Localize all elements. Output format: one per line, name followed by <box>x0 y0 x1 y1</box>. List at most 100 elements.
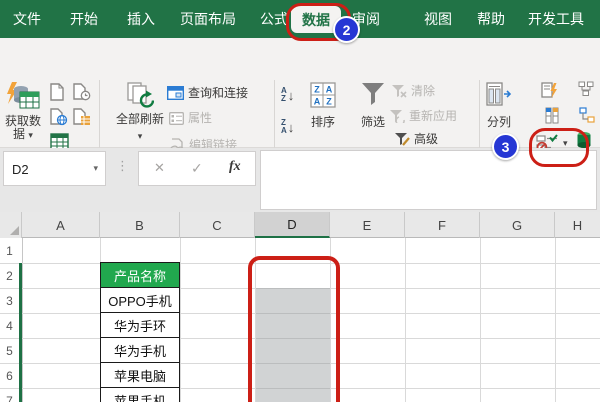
tab-view[interactable]: 视图 <box>424 0 452 38</box>
flash-fill-button[interactable] <box>541 82 558 99</box>
sort-descending-button[interactable]: ZA ↓ <box>281 119 294 135</box>
row-header-4[interactable]: 4 <box>0 313 19 338</box>
name-box[interactable]: ▾ <box>3 151 106 187</box>
svg-text:Z: Z <box>314 85 320 95</box>
flash-fill-icon <box>541 82 558 99</box>
consolidate-icon <box>578 81 594 97</box>
row-header-7[interactable]: 7 <box>0 388 19 402</box>
cancel-icon[interactable]: ✕ <box>154 160 165 176</box>
text-to-columns-icon <box>485 82 513 108</box>
step-2-badge: 2 <box>333 16 360 43</box>
document-globe-icon <box>50 108 68 126</box>
column-header-B[interactable]: B <box>100 212 180 238</box>
document-clock-icon <box>73 83 91 101</box>
document-table-icon <box>73 108 91 126</box>
annotation-ring-selected-range <box>248 256 340 402</box>
svg-text:A: A <box>314 97 321 107</box>
filter-button[interactable]: 筛选 <box>352 82 394 129</box>
tab-page-layout[interactable]: 页面布局 <box>180 0 236 38</box>
tab-insert[interactable]: 插入 <box>127 0 155 38</box>
sort-ascending-button[interactable]: AZ ↓ <box>281 87 294 103</box>
relationships-button[interactable] <box>579 107 595 123</box>
tab-file[interactable]: 文件 <box>13 0 41 38</box>
cell-B7[interactable]: 苹果手机 <box>100 387 180 402</box>
dropdown-arrow-icon: ▾ <box>28 130 33 140</box>
recent-sources-button[interactable] <box>73 83 91 101</box>
insert-function-icon[interactable]: fx <box>229 159 241 175</box>
column-header-A[interactable]: A <box>22 212 100 238</box>
cell-B3[interactable]: OPPO手机 <box>100 287 180 313</box>
document-icon <box>50 83 65 101</box>
text-to-columns-label: 分列 <box>486 115 511 129</box>
select-all-corner[interactable] <box>0 212 22 238</box>
sort-button[interactable]: Z A A Z 排序 <box>303 82 343 129</box>
sort-az-icon: AZ <box>281 86 287 103</box>
refresh-all-label: 全部刷新 <box>115 112 164 126</box>
column-header-D-selected[interactable]: D <box>255 212 330 238</box>
cell-B4[interactable]: 华为手环 <box>100 312 180 338</box>
svg-text:Z: Z <box>326 97 332 107</box>
queries-connections-button[interactable]: 查询和连接 <box>167 86 248 100</box>
advanced-filter-button[interactable]: 高级 <box>394 132 438 146</box>
queries-window-icon <box>167 86 184 100</box>
product-table: 产品名称 OPPO手机 华为手环 华为手机 苹果电脑 苹果手机 <box>100 262 180 402</box>
clear-filter-icon <box>391 84 407 98</box>
advanced-filter-label: 高级 <box>414 131 439 146</box>
cell-B2[interactable]: 产品名称 <box>100 262 180 288</box>
column-header-F[interactable]: F <box>405 212 480 238</box>
refresh-all-button[interactable]: 全部刷新 ▾ <box>114 82 166 141</box>
column-header-G[interactable]: G <box>480 212 555 238</box>
dropdown-arrow-icon: ▾ <box>137 131 143 141</box>
ribbon: 获取数 据 ▾ 全部刷新 ▾ 查询和连接 属性 编辑链接 A Z ↓ Z A ↓… <box>0 38 600 172</box>
row-header-3[interactable]: 3 <box>0 288 19 313</box>
selected-rows-accent <box>19 263 22 402</box>
column-header-E[interactable]: E <box>330 212 405 238</box>
consolidate-button[interactable] <box>578 81 594 97</box>
sort-dialog-icon: Z A A Z <box>310 82 336 108</box>
name-box-input[interactable] <box>10 152 84 187</box>
annotation-ring-data-validation <box>529 128 589 167</box>
from-web-button[interactable] <box>50 108 68 126</box>
cell-B6[interactable]: 苹果电脑 <box>100 362 180 388</box>
get-data-icon <box>6 82 40 112</box>
properties-icon <box>169 112 184 125</box>
sort-za-icon: ZA <box>281 118 287 135</box>
from-table-range-button[interactable] <box>73 108 91 126</box>
enter-icon[interactable]: ✓ <box>191 160 203 177</box>
remove-duplicates-icon <box>544 107 560 124</box>
get-data-label-line2: 据 ▾ <box>13 127 33 141</box>
down-arrow-icon: ↓ <box>287 87 295 103</box>
reapply-label: 重新应用 <box>409 108 458 123</box>
row-header-5[interactable]: 5 <box>0 338 19 363</box>
queries-connections-label: 查询和连接 <box>188 85 249 100</box>
svg-text:A: A <box>326 85 333 95</box>
formula-bar-divider-dots: ⋮ <box>116 158 129 173</box>
column-header-H[interactable]: H <box>555 212 600 238</box>
get-data-button[interactable]: 获取数 据 ▾ <box>2 82 44 141</box>
clear-filter-button[interactable]: 清除 <box>391 84 435 98</box>
funnel-icon <box>360 82 386 106</box>
formula-buttons-box: ✕ ✓ fx <box>138 151 256 186</box>
column-header-C[interactable]: C <box>180 212 255 238</box>
tab-help[interactable]: 帮助 <box>477 0 505 38</box>
sort-label: 排序 <box>310 115 335 129</box>
relationships-icon <box>579 107 595 123</box>
tab-home[interactable]: 开始 <box>70 0 98 38</box>
row-header-6[interactable]: 6 <box>0 363 19 388</box>
tab-developer[interactable]: 开发工具 <box>528 0 584 38</box>
cell-B5[interactable]: 华为手机 <box>100 337 180 363</box>
tab-formulas[interactable]: 公式 <box>260 0 288 38</box>
properties-button[interactable]: 属性 <box>169 112 212 125</box>
advanced-filter-icon <box>394 132 410 146</box>
row-header-1[interactable]: 1 <box>0 238 19 263</box>
text-to-columns-button[interactable]: 分列 <box>482 82 516 129</box>
ribbon-tab-bar: 文件 开始 插入 页面布局 公式 数据 审阅 视图 帮助 开发工具 <box>0 0 600 41</box>
refresh-all-icon <box>126 82 154 109</box>
excel-window: 文件 开始 插入 页面布局 公式 数据 审阅 视图 帮助 开发工具 2 获取数 … <box>0 0 600 402</box>
remove-duplicates-button[interactable] <box>544 107 560 124</box>
reapply-button[interactable]: 重新应用 <box>389 109 457 123</box>
corner-triangle-icon <box>10 226 19 235</box>
name-box-dropdown-icon[interactable]: ▾ <box>93 163 98 174</box>
row-header-2[interactable]: 2 <box>0 263 19 288</box>
from-text-csv-button[interactable] <box>50 83 65 101</box>
